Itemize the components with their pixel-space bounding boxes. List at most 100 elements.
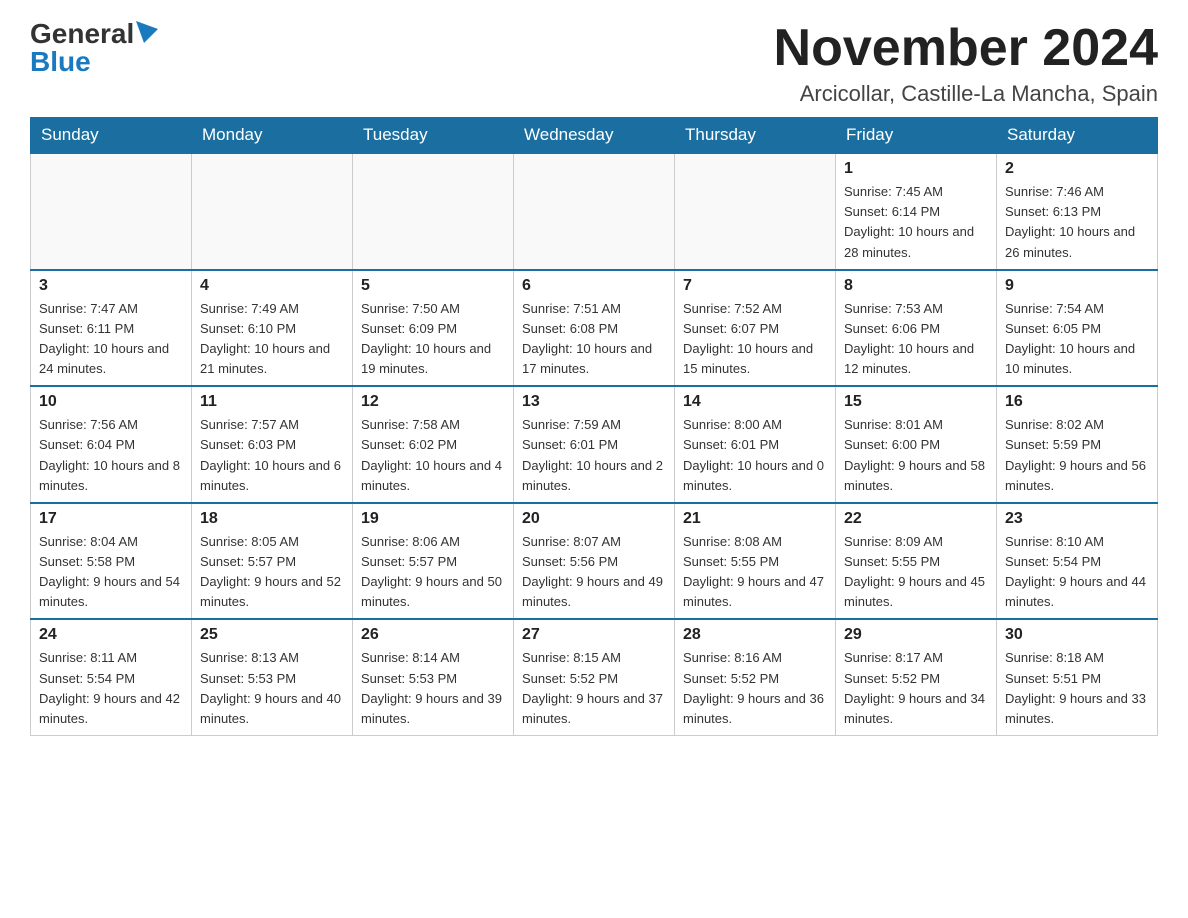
day-info: Sunrise: 8:04 AM Sunset: 5:58 PM Dayligh…	[39, 532, 183, 613]
calendar-cell: 17 Sunrise: 8:04 AM Sunset: 5:58 PM Dayli…	[31, 503, 192, 620]
day-info: Sunrise: 8:11 AM Sunset: 5:54 PM Dayligh…	[39, 648, 183, 729]
day-number: 23	[1005, 510, 1149, 528]
day-info: Sunrise: 8:00 AM Sunset: 6:01 PM Dayligh…	[683, 415, 827, 496]
weekday-header-wednesday: Wednesday	[514, 117, 675, 154]
weekday-header-tuesday: Tuesday	[353, 117, 514, 154]
calendar-cell: 2Sunrise: 7:46 AM Sunset: 6:13 PM Daylig…	[997, 154, 1158, 270]
calendar-table: SundayMondayTuesdayWednesdayThursdayFrid…	[30, 117, 1158, 736]
day-info: Sunrise: 7:45 AM Sunset: 6:14 PM Dayligh…	[844, 182, 988, 263]
day-info: Sunrise: 8:06 AM Sunset: 5:57 PM Dayligh…	[361, 532, 505, 613]
calendar-cell	[192, 154, 353, 270]
day-number: 14	[683, 393, 827, 411]
day-number: 26	[361, 626, 505, 644]
day-info: Sunrise: 7:53 AM Sunset: 6:06 PM Dayligh…	[844, 299, 988, 380]
day-number: 5	[361, 277, 505, 295]
calendar-cell: 15 Sunrise: 8:01 AM Sunset: 6:00 PM Dayli…	[836, 386, 997, 503]
weekday-header-saturday: Saturday	[997, 117, 1158, 154]
day-info: Sunrise: 7:49 AM Sunset: 6:10 PM Dayligh…	[200, 299, 344, 380]
day-number: 19	[361, 510, 505, 528]
day-info: Sunrise: 8:08 AM Sunset: 5:55 PM Dayligh…	[683, 532, 827, 613]
calendar-cell: 27 Sunrise: 8:15 AM Sunset: 5:52 PM Dayli…	[514, 619, 675, 735]
calendar-week-row: 3 Sunrise: 7:47 AM Sunset: 6:11 PM Daylig…	[31, 270, 1158, 387]
day-number: 8	[844, 277, 988, 295]
day-info: Sunrise: 7:52 AM Sunset: 6:07 PM Dayligh…	[683, 299, 827, 380]
day-number: 27	[522, 626, 666, 644]
day-info: Sunrise: 7:47 AM Sunset: 6:11 PM Dayligh…	[39, 299, 183, 380]
calendar-cell: 18Sunrise: 8:05 AM Sunset: 5:57 PM Dayli…	[192, 503, 353, 620]
logo: General Blue	[30, 20, 158, 76]
location-subtitle: Arcicollar, Castille-La Mancha, Spain	[774, 81, 1158, 107]
calendar-cell: 3 Sunrise: 7:47 AM Sunset: 6:11 PM Daylig…	[31, 270, 192, 387]
logo-general-text: General	[30, 20, 134, 48]
month-year-title: November 2024	[774, 20, 1158, 77]
day-number: 7	[683, 277, 827, 295]
calendar-cell: 14 Sunrise: 8:00 AM Sunset: 6:01 PM Dayli…	[675, 386, 836, 503]
day-number: 13	[522, 393, 666, 411]
calendar-week-row: 17 Sunrise: 8:04 AM Sunset: 5:58 PM Dayli…	[31, 503, 1158, 620]
calendar-cell	[353, 154, 514, 270]
page-header: General Blue November 2024 Arcicollar, C…	[30, 20, 1158, 107]
day-info: Sunrise: 8:17 AM Sunset: 5:52 PM Dayligh…	[844, 648, 988, 729]
day-number: 11	[200, 393, 344, 411]
day-info: Sunrise: 7:57 AM Sunset: 6:03 PM Dayligh…	[200, 415, 344, 496]
day-number: 10	[39, 393, 183, 411]
calendar-cell: 12 Sunrise: 7:58 AM Sunset: 6:02 PM Dayli…	[353, 386, 514, 503]
day-number: 25	[200, 626, 344, 644]
day-info: Sunrise: 8:05 AM Sunset: 5:57 PM Dayligh…	[200, 532, 344, 613]
calendar-cell: 5Sunrise: 7:50 AM Sunset: 6:09 PM Daylig…	[353, 270, 514, 387]
day-number: 20	[522, 510, 666, 528]
day-info: Sunrise: 7:59 AM Sunset: 6:01 PM Dayligh…	[522, 415, 666, 496]
day-info: Sunrise: 8:07 AM Sunset: 5:56 PM Dayligh…	[522, 532, 666, 613]
calendar-cell: 4 Sunrise: 7:49 AM Sunset: 6:10 PM Daylig…	[192, 270, 353, 387]
day-info: Sunrise: 8:16 AM Sunset: 5:52 PM Dayligh…	[683, 648, 827, 729]
calendar-cell: 26 Sunrise: 8:14 AM Sunset: 5:53 PM Dayli…	[353, 619, 514, 735]
calendar-cell: 16Sunrise: 8:02 AM Sunset: 5:59 PM Dayli…	[997, 386, 1158, 503]
day-info: Sunrise: 8:09 AM Sunset: 5:55 PM Dayligh…	[844, 532, 988, 613]
day-number: 15	[844, 393, 988, 411]
weekday-header-sunday: Sunday	[31, 117, 192, 154]
day-number: 4	[200, 277, 344, 295]
day-info: Sunrise: 8:14 AM Sunset: 5:53 PM Dayligh…	[361, 648, 505, 729]
calendar-cell: 7 Sunrise: 7:52 AM Sunset: 6:07 PM Daylig…	[675, 270, 836, 387]
logo-arrow-icon	[136, 21, 158, 43]
calendar-cell: 19 Sunrise: 8:06 AM Sunset: 5:57 PM Dayli…	[353, 503, 514, 620]
day-number: 30	[1005, 626, 1149, 644]
calendar-cell: 10 Sunrise: 7:56 AM Sunset: 6:04 PM Dayli…	[31, 386, 192, 503]
calendar-cell: 20 Sunrise: 8:07 AM Sunset: 5:56 PM Dayli…	[514, 503, 675, 620]
calendar-cell: 13 Sunrise: 7:59 AM Sunset: 6:01 PM Dayli…	[514, 386, 675, 503]
logo-blue-text: Blue	[30, 48, 91, 76]
calendar-cell: 9 Sunrise: 7:54 AM Sunset: 6:05 PM Daylig…	[997, 270, 1158, 387]
weekday-header-friday: Friday	[836, 117, 997, 154]
calendar-cell	[31, 154, 192, 270]
day-number: 3	[39, 277, 183, 295]
day-number: 28	[683, 626, 827, 644]
day-info: Sunrise: 8:01 AM Sunset: 6:00 PM Dayligh…	[844, 415, 988, 496]
day-number: 1	[844, 160, 988, 178]
calendar-cell: 6Sunrise: 7:51 AM Sunset: 6:08 PM Daylig…	[514, 270, 675, 387]
day-info: Sunrise: 7:51 AM Sunset: 6:08 PM Dayligh…	[522, 299, 666, 380]
day-info: Sunrise: 8:10 AM Sunset: 5:54 PM Dayligh…	[1005, 532, 1149, 613]
day-number: 17	[39, 510, 183, 528]
day-info: Sunrise: 7:54 AM Sunset: 6:05 PM Dayligh…	[1005, 299, 1149, 380]
calendar-cell: 21 Sunrise: 8:08 AM Sunset: 5:55 PM Dayli…	[675, 503, 836, 620]
calendar-cell: 23 Sunrise: 8:10 AM Sunset: 5:54 PM Dayli…	[997, 503, 1158, 620]
title-block: November 2024 Arcicollar, Castille-La Ma…	[774, 20, 1158, 107]
calendar-cell: 24Sunrise: 8:11 AM Sunset: 5:54 PM Dayli…	[31, 619, 192, 735]
weekday-header-monday: Monday	[192, 117, 353, 154]
calendar-cell	[514, 154, 675, 270]
day-info: Sunrise: 7:56 AM Sunset: 6:04 PM Dayligh…	[39, 415, 183, 496]
day-info: Sunrise: 8:15 AM Sunset: 5:52 PM Dayligh…	[522, 648, 666, 729]
day-info: Sunrise: 7:58 AM Sunset: 6:02 PM Dayligh…	[361, 415, 505, 496]
day-number: 16	[1005, 393, 1149, 411]
day-number: 21	[683, 510, 827, 528]
calendar-week-row: 1 Sunrise: 7:45 AM Sunset: 6:14 PM Daylig…	[31, 154, 1158, 270]
calendar-cell: 30Sunrise: 8:18 AM Sunset: 5:51 PM Dayli…	[997, 619, 1158, 735]
day-number: 12	[361, 393, 505, 411]
calendar-cell	[675, 154, 836, 270]
calendar-cell: 25Sunrise: 8:13 AM Sunset: 5:53 PM Dayli…	[192, 619, 353, 735]
day-number: 22	[844, 510, 988, 528]
day-number: 9	[1005, 277, 1149, 295]
calendar-week-row: 24Sunrise: 8:11 AM Sunset: 5:54 PM Dayli…	[31, 619, 1158, 735]
calendar-cell: 1 Sunrise: 7:45 AM Sunset: 6:14 PM Daylig…	[836, 154, 997, 270]
day-info: Sunrise: 7:46 AM Sunset: 6:13 PM Dayligh…	[1005, 182, 1149, 263]
